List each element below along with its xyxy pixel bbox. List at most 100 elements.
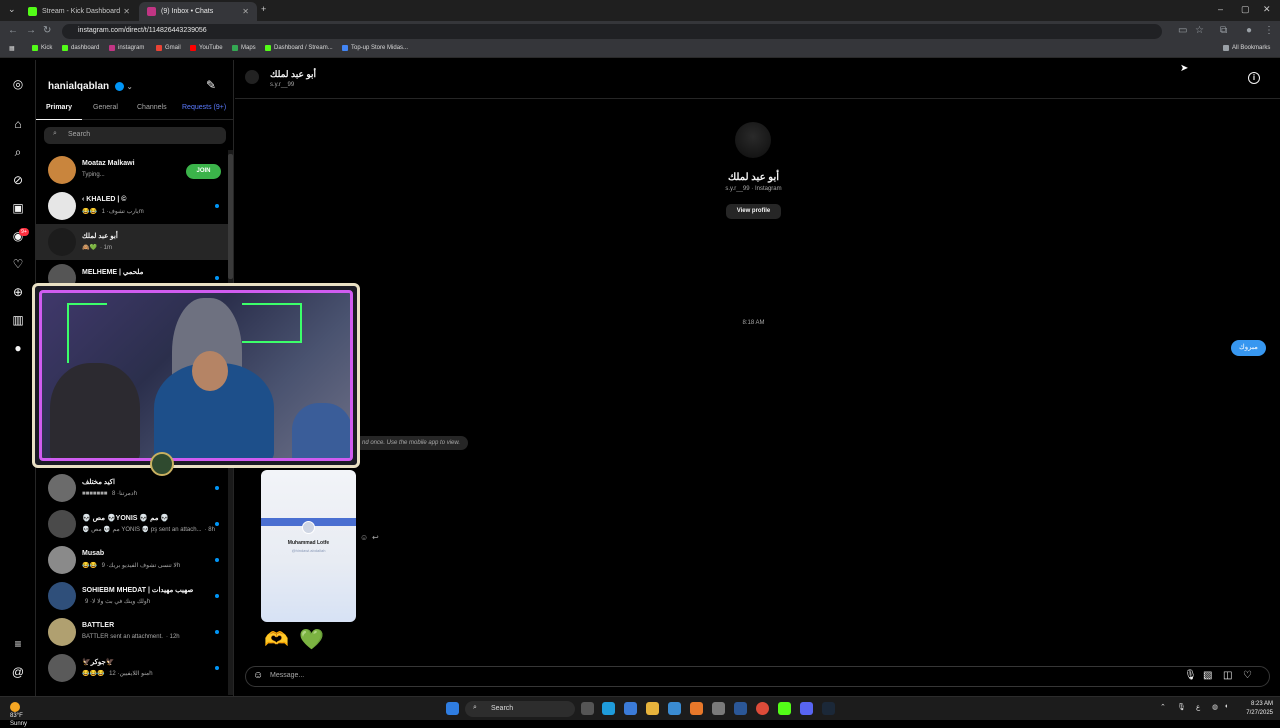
- chat-list-item[interactable]: ‹ KHALED | © 😂😂 يارب تشوف· 1m: [36, 188, 228, 224]
- chrome-icon[interactable]: [756, 702, 769, 715]
- bookmarks-bar: ▦ Kick dashboard instagram Gmail YouTube…: [0, 42, 1280, 58]
- tab-instagram-inbox[interactable]: (9) Inbox • Chats ✕: [139, 2, 257, 21]
- tab-general[interactable]: General: [93, 104, 118, 111]
- tab-requests[interactable]: Requests (9+): [182, 104, 226, 111]
- sticker-green-heart[interactable]: 💚: [299, 627, 324, 652]
- folder-icon: [1223, 45, 1229, 51]
- chat-name: SOHIEBM MHEDAT | صهيب مهيدات: [82, 587, 194, 594]
- tray-overflow-icon[interactable]: ⌃: [1160, 703, 1166, 711]
- profile-avatar-icon[interactable]: ●: [10, 340, 26, 356]
- bookmark-stream-dashboard[interactable]: Dashboard / Stream...: [265, 45, 333, 51]
- bookmark-youtube[interactable]: YouTube: [190, 45, 223, 51]
- chat-list-item[interactable]: 💀 مص 💀YONIS 💀 مم 💀 💀 مم 💀 مص YONIS 💀 pş s…: [36, 506, 228, 542]
- compose-message-icon[interactable]: ✎: [206, 78, 216, 92]
- tab-kick-dashboard[interactable]: Stream - Kick Dashboard ✕: [20, 2, 138, 21]
- view-profile-button[interactable]: View profile: [726, 204, 781, 219]
- account-switcher[interactable]: hanialqablan ⌄: [48, 81, 133, 92]
- channel-logo-icon: [150, 452, 174, 476]
- bookmark-gmail[interactable]: Gmail: [156, 45, 181, 51]
- dashboard-icon[interactable]: ▥: [10, 312, 26, 328]
- inbox-search-input[interactable]: ⌕ Search: [44, 127, 226, 144]
- microphone-icon[interactable]: 🎙: [1177, 703, 1186, 711]
- bookmark-star-icon[interactable]: ☆: [1195, 25, 1204, 36]
- chat-list-item[interactable]: BATTLER BATTLER sent an attachment. · 12h: [36, 614, 228, 650]
- forward-icon[interactable]: →: [26, 25, 36, 36]
- chat-list-item[interactable]: Moataz Malkawi Typing... JOIN: [36, 152, 228, 188]
- back-icon[interactable]: ←: [8, 25, 18, 36]
- chat-list-item[interactable]: اكيد مختلف ■■■■■■■ دمرتنا· 8h: [36, 470, 228, 506]
- card-subtitle: @hindawi.abdallah: [291, 548, 326, 553]
- explore-icon[interactable]: ⊘: [10, 172, 26, 188]
- close-tab-icon[interactable]: ✕: [242, 7, 249, 16]
- store-icon[interactable]: [668, 702, 681, 715]
- search-icon[interactable]: ⌕: [10, 144, 26, 160]
- sticker-heart-hands[interactable]: 🫶: [264, 627, 289, 652]
- system-clock[interactable]: 8:23 AM 7/27/2025: [1237, 700, 1273, 718]
- bookmark-dashboard[interactable]: dashboard: [62, 45, 99, 51]
- file-explorer-icon[interactable]: [646, 702, 659, 715]
- bookmark-maps[interactable]: Maps: [232, 45, 256, 51]
- shared-profile-card[interactable]: Muhammad Lotfe @hindawi.abdallah: [261, 470, 356, 622]
- bookmark-instagram[interactable]: instagram: [109, 45, 144, 51]
- menu-icon[interactable]: ≡: [10, 636, 26, 652]
- new-tab-icon[interactable]: +: [261, 4, 266, 14]
- app-icon[interactable]: [624, 702, 637, 715]
- all-bookmarks[interactable]: All Bookmarks: [1223, 45, 1270, 51]
- browser-menu-icon[interactable]: ⋮: [1264, 25, 1274, 36]
- home-icon[interactable]: ⌂: [10, 116, 26, 132]
- voice-message-icon[interactable]: 🎙: [1184, 670, 1197, 681]
- bookmark-midas[interactable]: Top-up Store Midas...: [342, 45, 408, 51]
- discord-icon[interactable]: [800, 702, 813, 715]
- conversation-info-icon[interactable]: i: [1248, 72, 1260, 84]
- react-emoji-icon[interactable]: ☺: [360, 533, 368, 542]
- add-photo-icon[interactable]: ▧: [1203, 670, 1212, 681]
- header-name[interactable]: أبو عبد لملك: [270, 69, 316, 80]
- taskbar-search[interactable]: ⌕ Search: [465, 701, 575, 717]
- weather-widget[interactable]: 83°F Sunny: [10, 700, 27, 728]
- task-view-icon[interactable]: [581, 702, 594, 715]
- header-avatar[interactable]: [245, 70, 259, 84]
- cast-icon[interactable]: ▭: [1178, 25, 1187, 36]
- bookmark-kick[interactable]: Kick: [32, 45, 52, 51]
- tab-primary[interactable]: Primary: [46, 104, 72, 111]
- close-window-icon[interactable]: ✕: [1263, 4, 1271, 15]
- chat-list-item[interactable]: 🦅جوكر🦅 😂😂😂 منو اللايفيين· 12h: [36, 650, 228, 686]
- sent-message-bubble[interactable]: مبروك: [1231, 340, 1266, 356]
- steam-icon[interactable]: [822, 702, 835, 715]
- url-field[interactable]: instagram.com/direct/t/114826443239056: [62, 24, 1162, 39]
- minimize-icon[interactable]: –: [1218, 4, 1223, 14]
- edge-icon[interactable]: [602, 702, 615, 715]
- reload-icon[interactable]: ↻: [43, 25, 51, 36]
- volume-icon[interactable]: ◖: [1224, 703, 1228, 710]
- apps-icon[interactable]: ▦: [9, 45, 15, 52]
- start-icon[interactable]: [446, 702, 459, 715]
- language-indicator[interactable]: ع: [1196, 703, 1200, 711]
- tab-search-icon[interactable]: ⌄: [8, 4, 16, 15]
- network-icon[interactable]: ◍: [1212, 703, 1218, 711]
- chat-list-item[interactable]: أبو عبد لملك 🙈💚 · 1m: [36, 224, 228, 260]
- like-heart-icon[interactable]: ♡: [1243, 670, 1252, 681]
- message-composer[interactable]: ☺ Message... 🎙 ▧ ◫ ♡: [245, 666, 1270, 687]
- chat-list-item[interactable]: SOHIEBM MHEDAT | صهيب مهيدات ولك وينك في …: [36, 578, 228, 614]
- kick-app-icon[interactable]: [778, 702, 791, 715]
- profile-icon[interactable]: ●: [1246, 25, 1252, 36]
- scrollbar-thumb[interactable]: [228, 154, 233, 279]
- join-call-button[interactable]: JOIN: [186, 164, 221, 179]
- app-icon[interactable]: [690, 702, 703, 715]
- app-icon[interactable]: [712, 702, 725, 715]
- app-icon[interactable]: [734, 702, 747, 715]
- tab-channels[interactable]: Channels: [137, 104, 167, 111]
- maximize-icon[interactable]: ▢: [1241, 4, 1250, 15]
- reply-icon[interactable]: ↩: [372, 533, 379, 542]
- notifications-icon[interactable]: ♡: [10, 256, 26, 272]
- chat-list-item[interactable]: Musab 😂😂 لا تنسى تشوف الفيديو بريك· 9h: [36, 542, 228, 578]
- extensions-icon[interactable]: ⧉: [1220, 25, 1227, 36]
- close-tab-icon[interactable]: ✕: [123, 7, 130, 16]
- create-icon[interactable]: ⊕: [10, 284, 26, 300]
- instagram-logo-icon[interactable]: ◎: [10, 76, 26, 92]
- threads-icon[interactable]: @: [10, 664, 26, 680]
- search-placeholder: Search: [68, 131, 91, 138]
- sticker-icon[interactable]: ◫: [1223, 670, 1232, 681]
- emoji-picker-icon[interactable]: ☺: [253, 670, 263, 681]
- reels-icon[interactable]: ▣: [10, 200, 26, 216]
